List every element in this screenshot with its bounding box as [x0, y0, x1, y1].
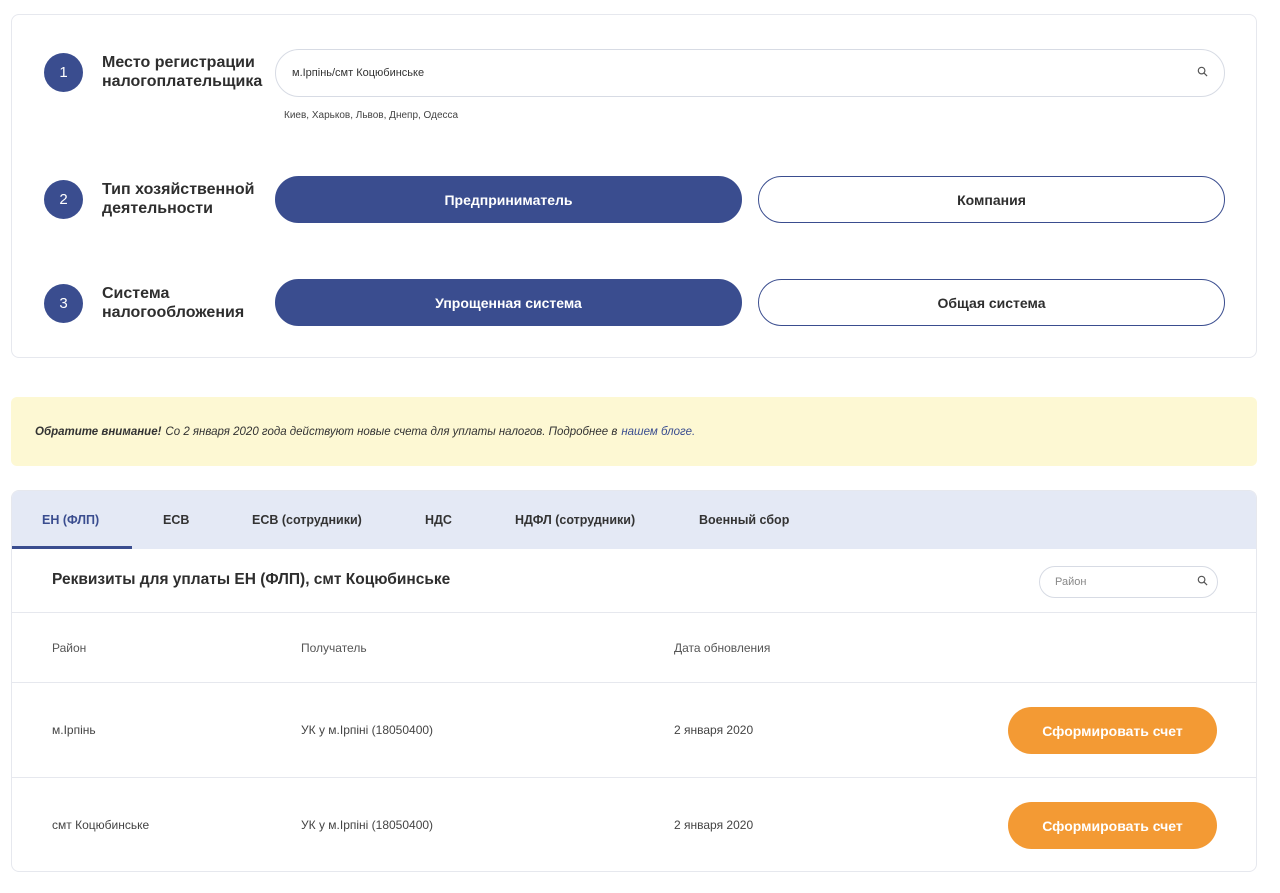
tab-nds[interactable]: НДС	[425, 491, 452, 549]
tab-military-levy[interactable]: Военный сбор	[699, 491, 789, 549]
panel-title: Реквизиты для уплаты ЕН (ФЛП), смт Коцюб…	[52, 571, 451, 588]
divider	[12, 682, 1256, 683]
divider	[12, 777, 1256, 778]
tab-en-flp[interactable]: ЕН (ФЛП)	[42, 491, 99, 549]
row-date: 2 января 2020	[674, 818, 754, 832]
step-2-label: Тип хозяйственной деятельности	[102, 181, 255, 217]
row-date: 2 января 2020	[674, 723, 754, 737]
tab-ndfl-employees[interactable]: НДФЛ (сотрудники)	[515, 491, 635, 549]
search-icon[interactable]	[1197, 64, 1208, 82]
divider	[12, 612, 1256, 613]
location-value: м.Ірпінь/смт Коцюбинське	[292, 67, 425, 79]
tax-general-button[interactable]: Общая система	[758, 279, 1225, 326]
tab-bar: ЕН (ФЛП) ЕСВ ЕСВ (сотрудники) НДС НДФЛ (…	[12, 491, 1256, 549]
location-search-input[interactable]: м.Ірпінь/смт Коцюбинське	[275, 49, 1225, 97]
row-recipient: УК у м.Ірпіні (18050400)	[301, 818, 434, 832]
step-3-label: Система налогообложения	[102, 285, 245, 321]
district-search-input[interactable]	[1055, 576, 1197, 588]
active-tab-indicator	[12, 546, 132, 549]
notice-text: Со 2 января 2020 года действуют новые сч…	[165, 425, 618, 438]
tax-simplified-button[interactable]: Упрощенная система	[275, 279, 742, 326]
column-header-recipient: Получатель	[301, 641, 367, 655]
tab-esv[interactable]: ЕСВ	[163, 491, 189, 549]
activity-company-button[interactable]: Компания	[758, 176, 1225, 223]
step-1-badge: 1	[44, 53, 83, 92]
notice-bold: Обратите внимание!	[35, 425, 162, 438]
district-search-field[interactable]	[1039, 566, 1218, 598]
step-3-badge: 3	[44, 284, 83, 323]
step-1-label: Место регистрации налогоплательщика	[102, 54, 263, 90]
activity-entrepreneur-button[interactable]: Предприниматель	[275, 176, 742, 223]
search-icon[interactable]	[1197, 573, 1208, 591]
tax-params-form: 1 Место регистрации налогоплательщика м.…	[11, 14, 1257, 358]
column-header-district: Район	[52, 641, 87, 655]
notice-blog-link[interactable]: нашем блоге.	[621, 426, 695, 438]
generate-invoice-button[interactable]: Сформировать счет	[1008, 802, 1217, 849]
payment-details-card: ЕН (ФЛП) ЕСВ ЕСВ (сотрудники) НДС НДФЛ (…	[11, 490, 1257, 872]
column-header-date: Дата обновления	[674, 641, 771, 655]
tab-esv-employees[interactable]: ЕСВ (сотрудники)	[252, 491, 362, 549]
row-district: смт Коцюбинське	[52, 818, 150, 832]
generate-invoice-button[interactable]: Сформировать счет	[1008, 707, 1217, 754]
step-2-badge: 2	[44, 180, 83, 219]
notice-banner: Обратите внимание! Со 2 января 2020 года…	[11, 397, 1257, 466]
row-recipient: УК у м.Ірпіні (18050400)	[301, 723, 434, 737]
location-hint: Киев, Харьков, Львов, Днепр, Одесса	[284, 110, 459, 121]
row-district: м.Ірпінь	[52, 723, 96, 737]
